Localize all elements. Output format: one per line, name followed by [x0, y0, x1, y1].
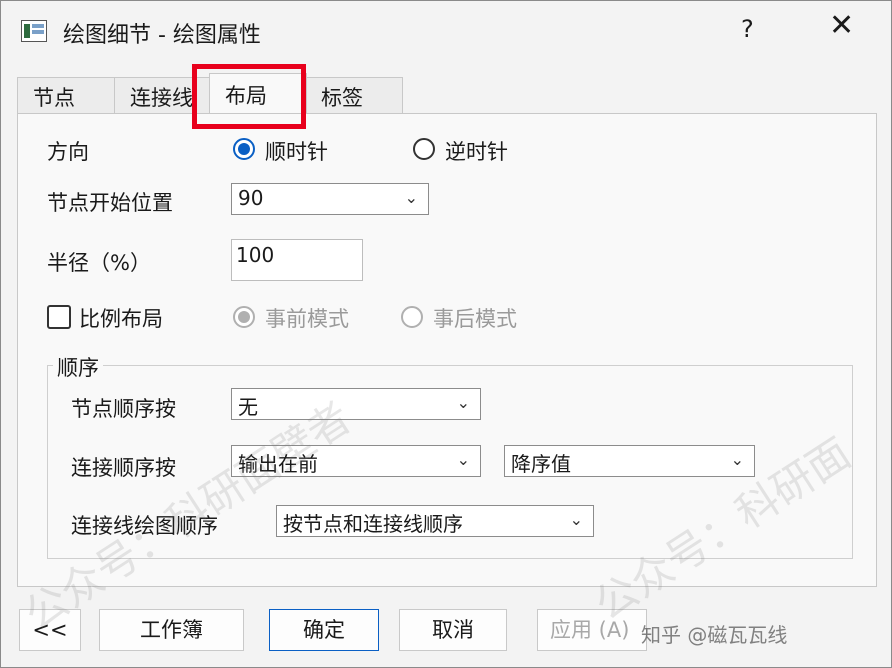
ok-button[interactable]: 确定 [269, 609, 379, 651]
radio-clockwise[interactable] [233, 138, 255, 160]
proportional-layout-checkbox[interactable] [47, 305, 71, 329]
direction-label: 方向 [47, 140, 89, 164]
chevron-down-icon: ⌄ [730, 450, 744, 469]
connection-sort-select[interactable]: 降序值 ⌄ [504, 445, 755, 477]
radius-label: 半径（%） [47, 251, 151, 275]
tab-bar: 节点 连接线 标签 布局 [17, 73, 877, 114]
start-position-value: 90 [238, 186, 264, 210]
title-bar: 绘图细节 - 绘图属性 ? ✕ [1, 1, 891, 63]
node-order-value: 无 [238, 395, 258, 419]
radius-input[interactable]: 100 [231, 239, 363, 281]
radio-before-mode[interactable] [233, 306, 255, 328]
chevron-down-icon: ⌄ [456, 393, 470, 412]
draw-order-select[interactable]: 按节点和连接线顺序 ⌄ [276, 505, 594, 537]
counterclockwise-label: 逆时针 [445, 140, 508, 164]
proportional-layout-label: 比例布局 [79, 307, 163, 331]
workbook-button[interactable]: 工作簿 [99, 609, 244, 651]
connection-sort-value: 降序值 [511, 452, 571, 476]
radio-after-mode[interactable] [401, 306, 423, 328]
cancel-button[interactable]: 取消 [399, 609, 507, 651]
watermark-bottom: 知乎 @磁瓦瓦线 [641, 623, 788, 647]
after-mode-label: 事后模式 [433, 307, 517, 331]
chevron-down-icon: ⌄ [456, 450, 470, 469]
radio-counterclockwise[interactable] [413, 138, 435, 160]
plot-details-dialog: 绘图细节 - 绘图属性 ? ✕ 节点 连接线 标签 布局 方向 顺时针 逆时针 … [0, 0, 892, 668]
before-mode-label: 事前模式 [265, 307, 349, 331]
node-order-select[interactable]: 无 ⌄ [231, 388, 481, 420]
chevron-down-icon: ⌄ [569, 510, 583, 529]
tab-labels[interactable]: 标签 [305, 77, 403, 113]
app-icon [21, 20, 47, 42]
node-order-label: 节点顺序按 [71, 397, 176, 421]
window-title: 绘图细节 - 绘图属性 [63, 23, 261, 48]
order-group-title: 顺序 [53, 352, 103, 382]
draw-order-value: 按节点和连接线顺序 [283, 512, 463, 536]
connection-order-label: 连接顺序按 [71, 456, 176, 480]
tab-highlight-box [192, 64, 306, 129]
tab-nodes[interactable]: 节点 [17, 77, 117, 113]
help-button[interactable]: ? [741, 15, 754, 43]
start-position-label: 节点开始位置 [47, 191, 173, 215]
close-button[interactable]: ✕ [829, 11, 854, 41]
start-position-select[interactable]: 90 ⌄ [231, 183, 429, 215]
chevron-down-icon: ⌄ [404, 188, 418, 207]
clockwise-label: 顺时针 [265, 140, 328, 164]
